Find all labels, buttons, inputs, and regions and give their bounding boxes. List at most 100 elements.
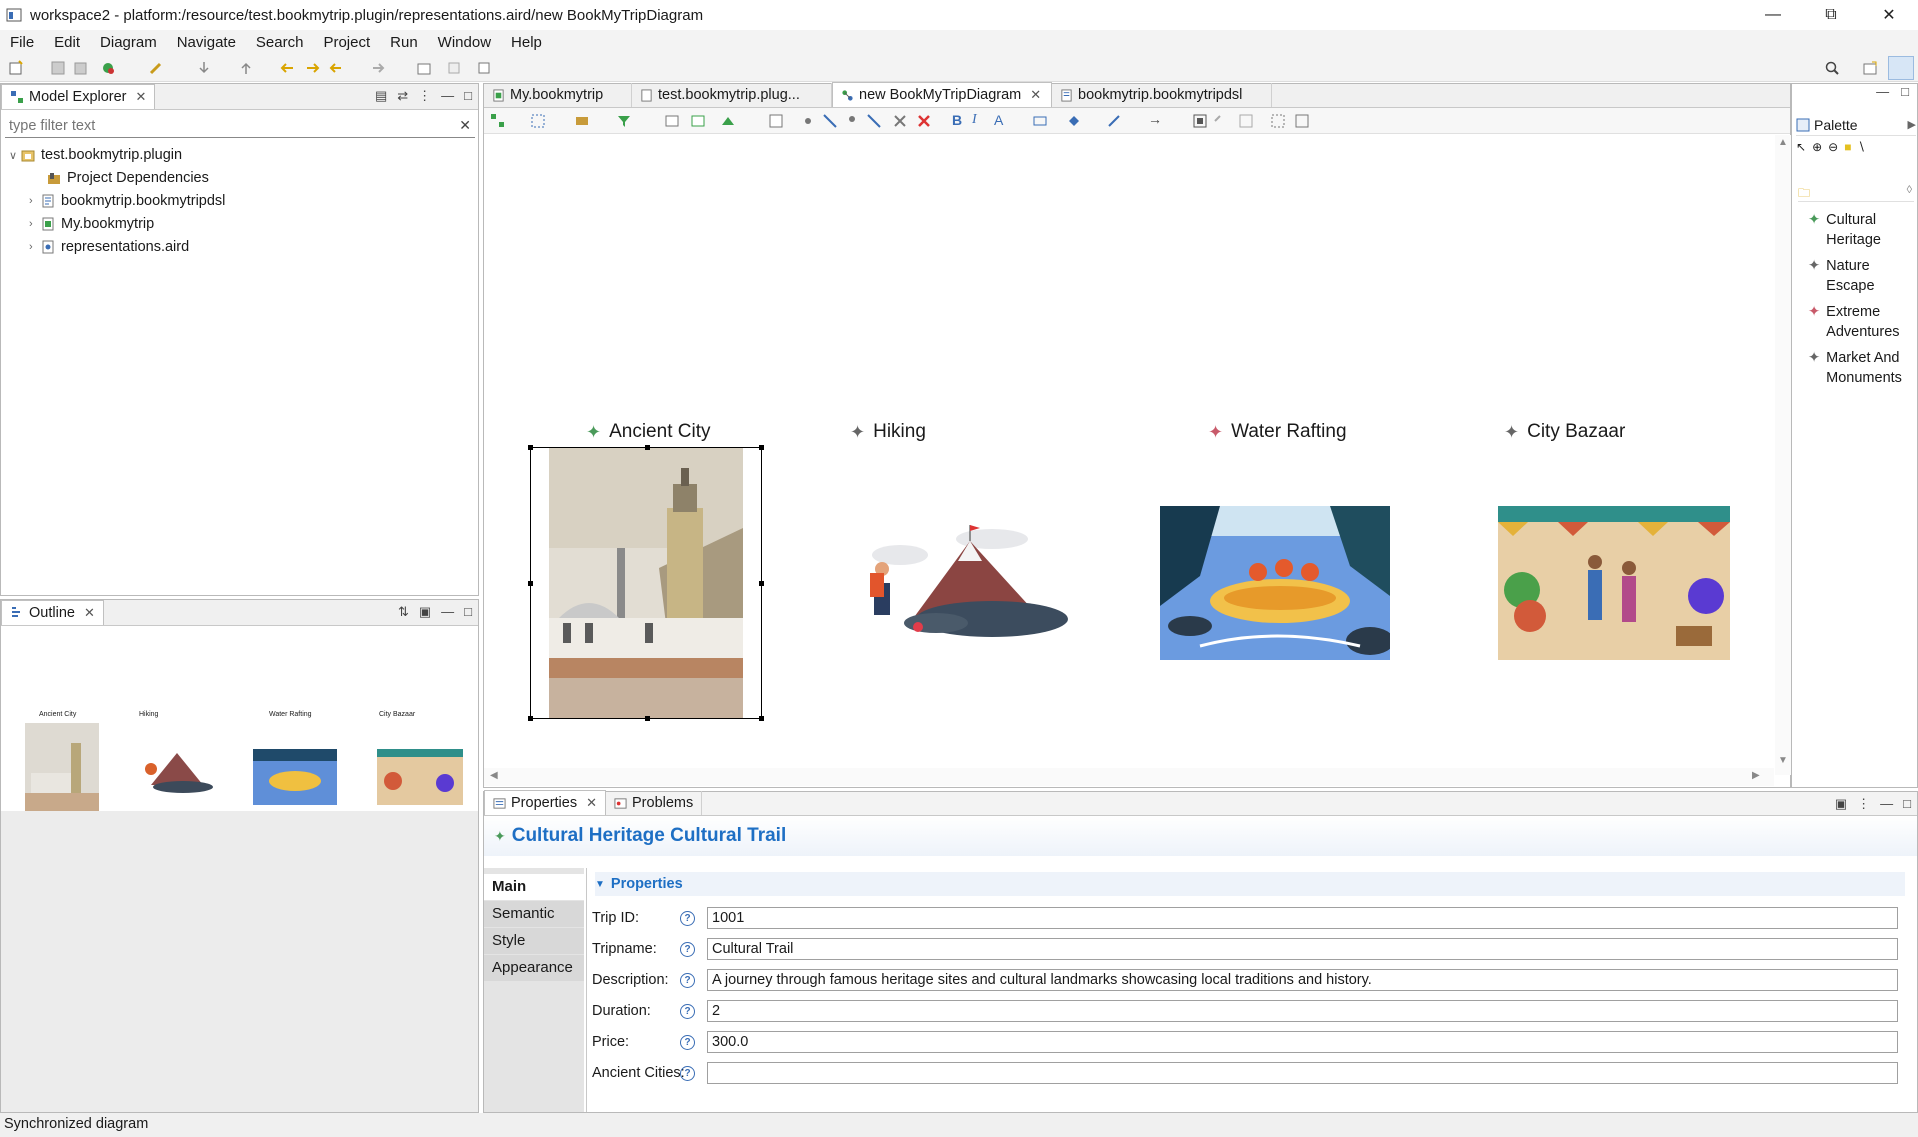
pin-open-icon[interactable]: ◊ xyxy=(1907,184,1912,196)
node-hiking-image[interactable] xyxy=(852,515,1068,643)
link-with-editor-icon[interactable]: ⇄ xyxy=(397,88,408,104)
help-icon[interactable]: ? xyxy=(680,1034,695,1050)
tree-item-dsl-file[interactable]: › bookmytrip.bookmytripdsl xyxy=(29,190,225,212)
tab-my-bookmytrip[interactable]: My.bookmytrip xyxy=(484,83,632,107)
tripname-input[interactable] xyxy=(707,938,1898,960)
maximize-view-icon[interactable]: □ xyxy=(464,88,472,104)
diagram-canvas[interactable]: ✦ Ancient City ✦ Hiking ✦ Water Rafting … xyxy=(484,135,1774,775)
chevron-down-icon[interactable]: ∨ xyxy=(9,149,21,162)
menu-run[interactable]: Run xyxy=(380,34,428,51)
tree-item-project[interactable]: ∨ test.bookmytrip.plugin xyxy=(9,144,182,166)
help-icon[interactable]: ? xyxy=(680,910,695,926)
zoom-in-icon[interactable]: ⊕ xyxy=(1812,140,1822,154)
help-icon[interactable]: ? xyxy=(680,941,695,957)
italic-icon[interactable]: I xyxy=(972,112,977,128)
clear-filter-icon[interactable]: ✕ xyxy=(459,117,471,134)
zoom-fit-icon[interactable] xyxy=(1270,113,1286,129)
font-color-icon[interactable]: A xyxy=(994,112,1003,128)
arrange-all-icon[interactable] xyxy=(490,113,506,129)
open-perspective-button-icon[interactable] xyxy=(1862,60,1878,76)
side-tab-semantic[interactable]: Semantic xyxy=(484,901,584,927)
tree-item-dependencies[interactable]: Project Dependencies xyxy=(47,167,209,189)
node-city-bazaar-image[interactable] xyxy=(1498,506,1730,660)
open-perspective-icon[interactable] xyxy=(416,60,432,76)
tab-plugin-file[interactable]: test.bookmytrip.plug... xyxy=(632,83,832,107)
minimize-view-icon[interactable]: — xyxy=(1876,84,1889,108)
close-icon[interactable]: ✕ xyxy=(84,605,95,621)
node-label-water-rafting[interactable]: ✦ Water Rafting xyxy=(1208,421,1347,443)
delete-icon[interactable] xyxy=(892,113,908,129)
palette-item-market-monuments[interactable]: ✦ Market And Monuments xyxy=(1808,348,1902,388)
restore-button[interactable]: ⧉ xyxy=(1802,0,1860,30)
palette-item-extreme-adventures[interactable]: ✦ Extreme Adventures xyxy=(1808,302,1900,342)
node-label-city-bazaar[interactable]: ✦ City Bazaar xyxy=(1504,421,1625,443)
maximize-view-icon[interactable]: □ xyxy=(1901,84,1909,108)
undo-style-icon[interactable] xyxy=(1212,113,1228,129)
help-icon[interactable]: ? xyxy=(680,1003,695,1019)
view-menu-icon[interactable]: ⋮ xyxy=(418,88,431,104)
toggle-view-icon[interactable] xyxy=(476,60,492,76)
node-ancient-city[interactable] xyxy=(528,445,764,721)
tab-diagram[interactable]: new BookMyTripDiagram ✕ xyxy=(832,82,1052,107)
fill-color-icon[interactable] xyxy=(1066,113,1082,129)
menu-search[interactable]: Search xyxy=(246,34,314,51)
palette-drawer[interactable]: 🗀 ◊ xyxy=(1798,184,1914,202)
help-icon[interactable]: ? xyxy=(680,1065,695,1081)
bold-icon[interactable]: B xyxy=(952,112,962,128)
show-label-icon[interactable] xyxy=(866,113,882,129)
price-input[interactable] xyxy=(707,1031,1898,1053)
tab-problems[interactable]: Problems xyxy=(606,791,703,815)
menu-diagram[interactable]: Diagram xyxy=(90,34,167,51)
remove-icon[interactable] xyxy=(916,113,932,129)
save-all-icon[interactable] xyxy=(72,60,88,76)
maximize-view-icon[interactable]: □ xyxy=(464,604,472,620)
tree-item-model[interactable]: › My.bookmytrip xyxy=(29,213,154,235)
close-icon[interactable]: ✕ xyxy=(136,89,147,105)
chevron-right-icon[interactable]: › xyxy=(29,218,41,230)
refresh-icon[interactable] xyxy=(664,113,680,129)
ancient-cities-input[interactable] xyxy=(707,1062,1898,1084)
external-tools-icon[interactable] xyxy=(148,60,164,76)
line-style-icon[interactable]: → xyxy=(1148,111,1162,127)
menu-window[interactable]: Window xyxy=(428,34,501,51)
side-tab-style[interactable]: Style xyxy=(484,928,584,954)
collapse-all-icon[interactable]: ▤ xyxy=(375,88,387,104)
vertical-scrollbar[interactable]: ▲ ▼ xyxy=(1775,135,1791,775)
menu-project[interactable]: Project xyxy=(313,34,380,51)
pin-icon[interactable] xyxy=(690,113,706,129)
description-input[interactable] xyxy=(707,969,1898,991)
menu-file[interactable]: File xyxy=(0,34,44,51)
menu-help[interactable]: Help xyxy=(501,34,552,51)
duration-input[interactable] xyxy=(707,1000,1898,1022)
forward-icon[interactable] xyxy=(370,60,386,76)
outline-overview-icon[interactable]: ▣ xyxy=(419,604,431,620)
palette-header[interactable]: Palette ▶ xyxy=(1796,114,1916,136)
minimize-view-icon[interactable]: — xyxy=(1880,796,1893,812)
search-icon[interactable] xyxy=(1824,60,1840,76)
help-icon[interactable]: ? xyxy=(680,972,695,988)
new-icon[interactable] xyxy=(8,60,24,76)
back-icon[interactable] xyxy=(328,60,344,76)
scroll-left-icon[interactable]: ◀ xyxy=(490,770,498,781)
chevron-right-icon[interactable]: ▶ xyxy=(1908,118,1916,131)
minimize-view-icon[interactable]: — xyxy=(441,88,454,104)
hide-edge-icon[interactable] xyxy=(822,113,838,129)
outline-overview[interactable]: Ancient City Hiking Water Rafting City B… xyxy=(1,627,478,817)
chevron-right-icon[interactable]: › xyxy=(29,241,41,253)
palette-item-nature-escape[interactable]: ✦ Nature Escape xyxy=(1808,256,1875,296)
properties-section-header[interactable]: ▼ Properties xyxy=(595,872,1905,896)
show-node-icon[interactable] xyxy=(800,113,816,129)
next-annotation-icon[interactable] xyxy=(196,60,212,76)
tab-properties[interactable]: Properties ✕ xyxy=(484,790,606,815)
palette-item-cultural-heritage[interactable]: ✦ Cultural Heritage xyxy=(1808,210,1881,250)
export-image-icon[interactable] xyxy=(1294,113,1310,129)
minimize-view-icon[interactable]: — xyxy=(441,604,454,620)
horizontal-scrollbar[interactable]: ◀ ▶ xyxy=(484,768,1774,786)
close-icon[interactable]: ✕ xyxy=(1030,87,1041,103)
tab-dsl[interactable]: bookmytrip.bookmytripdsl xyxy=(1052,83,1272,107)
close-window-button[interactable]: ✕ xyxy=(1860,0,1918,30)
menu-navigate[interactable]: Navigate xyxy=(167,34,246,51)
hide-label-icon[interactable] xyxy=(844,113,860,129)
side-tab-main[interactable]: Main xyxy=(484,874,584,900)
scroll-right-icon[interactable]: ▶ xyxy=(1752,770,1760,781)
